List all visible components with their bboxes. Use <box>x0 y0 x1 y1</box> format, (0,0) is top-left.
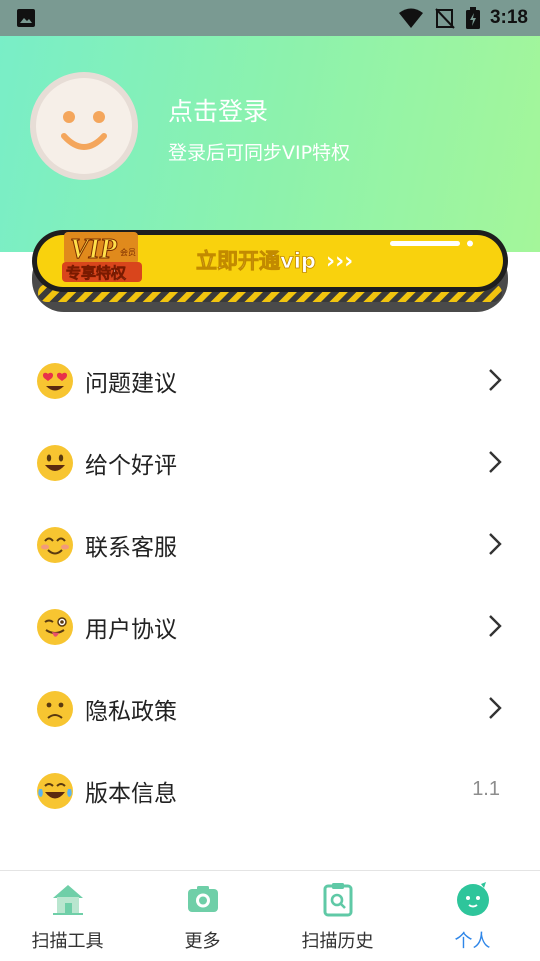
battery-icon <box>465 7 480 29</box>
tears-of-joy-emoji-icon <box>37 773 73 809</box>
grinning-emoji-icon <box>37 445 73 481</box>
chevron-right-icon <box>489 615 502 637</box>
camera-icon <box>187 886 218 912</box>
vip-badge-bottom: 专享特权 <box>66 264 127 282</box>
vip-badge-top: VIP <box>70 234 118 265</box>
menu-item-label: 问题建议 <box>85 371 177 397</box>
status-bar: 3:18 <box>0 0 540 36</box>
menu-item-label: 联系客服 <box>85 535 177 561</box>
menu-item-version-info[interactable]: 版本信息 1.1 <box>0 750 540 832</box>
gallery-icon <box>17 9 35 27</box>
menu-item-label: 给个好评 <box>85 453 177 479</box>
clipboard-search-icon <box>323 883 352 917</box>
no-sim-icon <box>435 8 455 29</box>
house-icon <box>52 885 83 915</box>
chevron-right-icon <box>489 533 502 555</box>
version-number: 1.1 <box>472 778 500 800</box>
status-time: 3:18 <box>489 7 528 28</box>
heart-eyes-emoji-icon <box>37 363 73 399</box>
menu-item-label: 用户协议 <box>85 617 177 643</box>
vip-badge: VIP 会员 专享特权 <box>62 232 142 282</box>
menu-item-rate[interactable]: 给个好评 <box>0 422 540 504</box>
menu-item-user-agreement[interactable]: 用户协议 <box>0 586 540 668</box>
blushing-smile-emoji-icon <box>37 527 73 563</box>
menu-item-label: 隐私政策 <box>85 699 177 725</box>
menu-item-support[interactable]: 联系客服 <box>0 504 540 586</box>
tab-label: 更多 <box>184 931 221 952</box>
tab-scan-history[interactable]: 扫描历史 <box>270 871 405 961</box>
vip-banner[interactable]: VIP 会员 专享特权 立即开通vip ››› <box>30 228 510 316</box>
chevron-right-icon <box>489 697 502 719</box>
bottom-tab-bar: 扫描工具 更多 扫描历史 个人 <box>0 870 540 961</box>
settings-menu: 问题建议 给个好评 联系客服 用户协议 隐私政策 版本信息 1.1 <box>0 340 540 832</box>
vip-badge-small: 会员 <box>120 247 136 257</box>
menu-item-privacy-policy[interactable]: 隐私政策 <box>0 668 540 750</box>
tab-label: 扫描历史 <box>301 931 374 952</box>
tab-profile[interactable]: 个人 <box>405 871 540 961</box>
user-face-icon <box>456 882 489 916</box>
chevron-right-icon <box>489 451 502 473</box>
vip-arrows: ››› <box>326 249 353 274</box>
menu-item-label: 版本信息 <box>85 781 177 807</box>
vip-cta-text[interactable]: 立即开通vip <box>196 249 317 274</box>
winking-tongue-emoji-icon <box>37 609 73 645</box>
tab-scan-tools[interactable]: 扫描工具 <box>0 871 135 961</box>
menu-item-feedback[interactable]: 问题建议 <box>0 340 540 422</box>
login-title[interactable]: 点击登录 <box>168 92 268 128</box>
frowning-emoji-icon <box>37 691 73 727</box>
chevron-right-icon <box>489 369 502 391</box>
tab-label: 个人 <box>454 931 491 952</box>
tab-label: 扫描工具 <box>31 931 104 952</box>
smiley-avatar-icon[interactable] <box>30 72 138 180</box>
login-subtitle: 登录后可同步VIP特权 <box>168 142 351 164</box>
wifi-icon <box>398 8 423 28</box>
tab-more[interactable]: 更多 <box>135 871 270 961</box>
